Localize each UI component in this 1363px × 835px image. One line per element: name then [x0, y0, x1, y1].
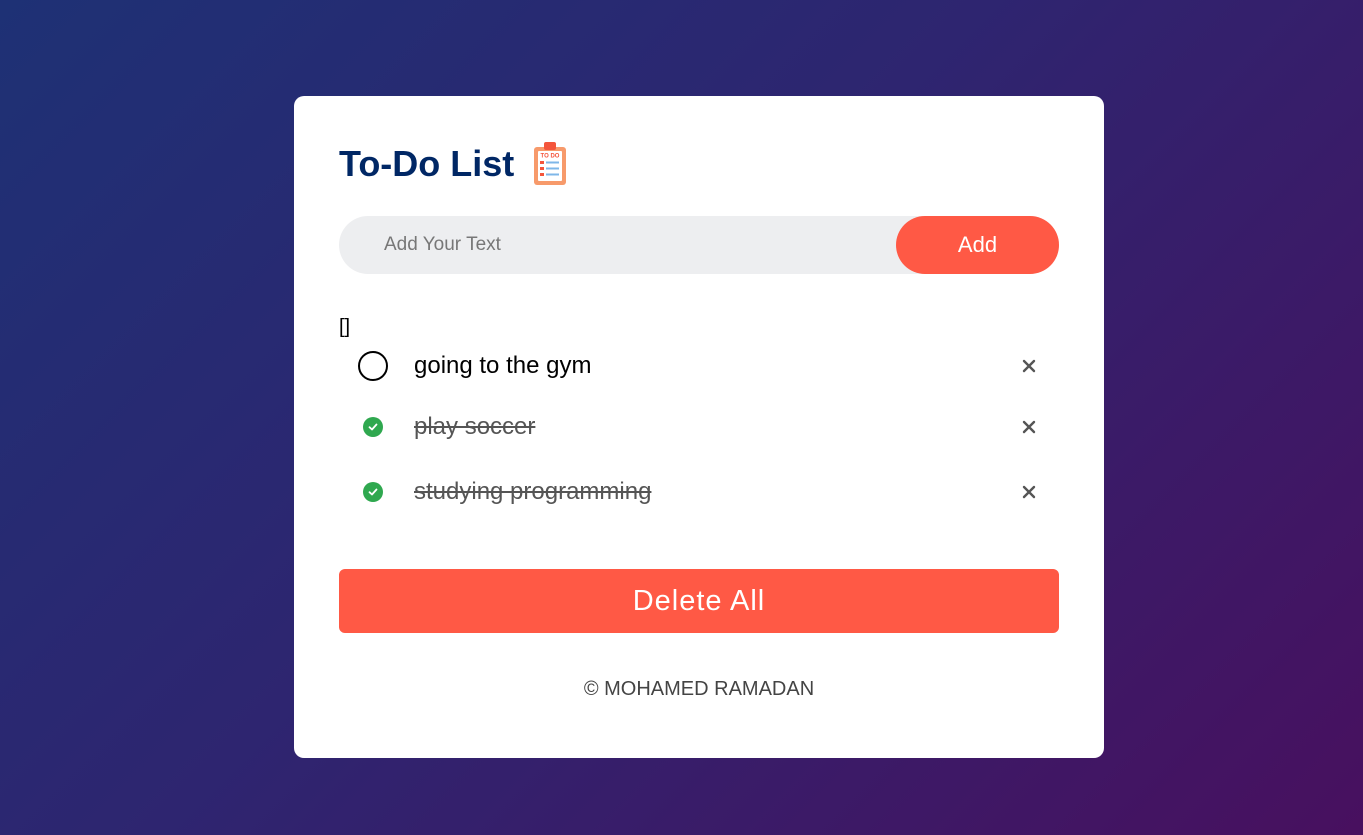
close-icon[interactable] — [1019, 356, 1039, 376]
task-text: studying programming — [414, 477, 652, 505]
task-item[interactable]: going to the gym — [339, 338, 1059, 394]
close-icon[interactable] — [1019, 482, 1039, 502]
task-text: play soccer — [414, 412, 536, 440]
add-button[interactable]: Add — [896, 216, 1059, 274]
task-input[interactable] — [339, 215, 896, 275]
task-text: going to the gym — [414, 352, 592, 379]
task-list: going to the gym play soccer studying prog… — [339, 338, 1059, 524]
task-item[interactable]: play soccer — [339, 394, 1059, 459]
debug-text: [] — [339, 316, 351, 338]
task-item[interactable]: studying programming — [339, 459, 1059, 524]
checked-circle-icon[interactable] — [356, 410, 390, 444]
svg-text:TO DO: TO DO — [541, 154, 560, 160]
close-icon[interactable] — [1019, 417, 1039, 437]
todo-card: To-Do List TO DO Add [] going to the gym… — [294, 96, 1104, 758]
delete-all-button[interactable]: Delete All — [339, 569, 1059, 633]
input-row: Add — [339, 215, 1059, 275]
unchecked-circle-icon[interactable] — [356, 349, 390, 383]
checked-circle-icon[interactable] — [356, 475, 390, 509]
header: To-Do List TO DO — [339, 142, 1059, 186]
clipboard-todo-icon: TO DO — [532, 141, 568, 187]
page-title: To-Do List — [339, 143, 515, 184]
footer-copyright: © MOHAMED RAMADAN — [583, 678, 815, 700]
